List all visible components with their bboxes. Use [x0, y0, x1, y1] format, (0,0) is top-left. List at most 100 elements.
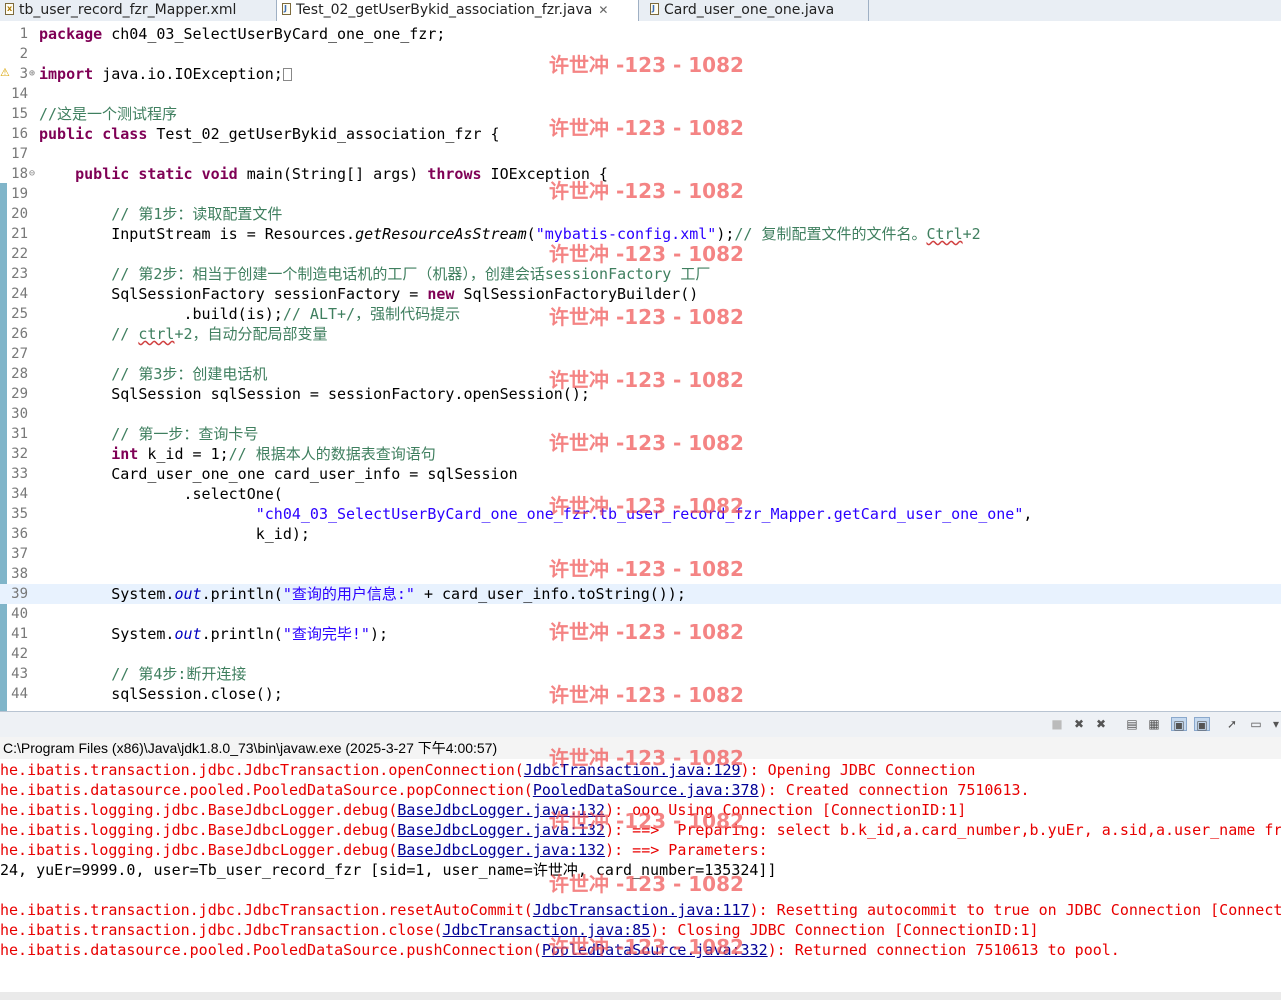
line-number: 39 — [11, 586, 28, 602]
watermark-text: 许世冲 -123 - 1082 — [549, 935, 744, 959]
line-number: 21 — [11, 226, 28, 242]
code-text: package ch04_03_SelectUserByCard_one_one… — [39, 25, 446, 43]
console-view[interactable]: C:\Program Files (x86)\Java\jdk1.8.0_73\… — [0, 737, 1281, 1000]
terminate-icon[interactable]: ■ — [1049, 717, 1065, 731]
xml-file-icon: x — [5, 3, 14, 15]
code-line[interactable]: 43 // 第4步:断开连接 — [0, 664, 1281, 684]
fold-toggle-icon[interactable]: ⊕ — [29, 64, 35, 84]
watermark-text: 许世冲 -123 - 1082 — [549, 116, 744, 140]
watermark-text: 许世冲 -123 - 1082 — [549, 683, 744, 707]
watermark-text: 许世冲 -123 - 1082 — [549, 368, 744, 392]
show-on-stderr-icon[interactable]: ▣ — [1194, 717, 1210, 732]
code-line[interactable]: 21 InputStream is = Resources.getResourc… — [0, 224, 1281, 244]
code-text: // 第2步：相当于创建一个制造电话机的工厂（机器），创建会话sessionFa… — [111, 265, 711, 283]
line-number: 36 — [11, 526, 28, 542]
code-line[interactable]: 14 — [0, 84, 1281, 104]
tab-mapper-xml[interactable]: x tb_user_record_fzr_Mapper.xml — [0, 0, 279, 21]
line-number: 26 — [11, 326, 28, 342]
code-text: .build(is);// ALT+/，强制代码提示 — [39, 305, 461, 323]
code-line[interactable]: 17 — [0, 144, 1281, 164]
remove-launch-icon[interactable]: ✖ — [1071, 717, 1087, 731]
code-text: System.out.println("查询的用户信息:" + card_use… — [39, 585, 686, 603]
stack-trace-link[interactable]: BaseJdbcLogger.java:132 — [397, 841, 605, 859]
line-number: 18 — [11, 166, 28, 182]
remove-all-launches-icon[interactable]: ✖ — [1093, 717, 1109, 731]
line-number: 27 — [11, 346, 28, 362]
code-text: SqlSessionFactory sessionFactory = new S… — [39, 285, 699, 303]
code-text: SqlSession sqlSession = sessionFactory.o… — [39, 385, 590, 403]
editor-tab-bar: x tb_user_record_fzr_Mapper.xml J Test_02_… — [0, 0, 1281, 22]
code-text: public class Test_02_getUserBykid_associ… — [39, 125, 500, 143]
stack-trace-link[interactable]: PooledDataSource.java:378 — [533, 781, 759, 799]
code-line[interactable]: 42 — [0, 644, 1281, 664]
watermark-text: 许世冲 -123 - 1082 — [549, 179, 744, 203]
show-on-stdout-icon[interactable]: ▣ — [1171, 717, 1187, 732]
console-line[interactable]: he.ibatis.transaction.jdbc.JdbcTransacti… — [0, 900, 1281, 920]
code-line[interactable]: 1 package ch04_03_SelectUserByCard_one_on… — [0, 24, 1281, 44]
code-text: Card_user_one_one card_user_info = sqlSe… — [39, 465, 518, 483]
close-tab-icon[interactable]: ✕ — [598, 0, 608, 21]
watermark-text: 许世冲 -123 - 1082 — [549, 620, 744, 644]
code-line[interactable]: 36 k_id); — [0, 524, 1281, 544]
pin-console-icon[interactable]: ➚ — [1224, 717, 1240, 731]
code-line[interactable]: 30 — [0, 404, 1281, 424]
code-line[interactable]: 39 System.out.println("查询的用户信息:" + card_… — [0, 584, 1281, 604]
warning-icon[interactable]: ⚠ — [0, 67, 10, 79]
console-horizontal-scrollbar[interactable] — [0, 992, 1281, 1000]
console-line[interactable]: he.ibatis.logging.jdbc.BaseJdbcLogger.de… — [0, 800, 966, 820]
code-line[interactable]: 24 SqlSessionFactory sessionFactory = ne… — [0, 284, 1281, 304]
line-number: 40 — [11, 606, 28, 622]
code-text: // ctrl+2，自动分配局部变量 — [111, 325, 328, 343]
line-number: 38 — [11, 566, 28, 582]
code-text: System.out.println("查询完毕!"); — [39, 625, 388, 643]
code-line[interactable]: 33 Card_user_one_one card_user_info = sq… — [0, 464, 1281, 484]
tab-card-user-java[interactable]: J Card_user_one_one.java — [645, 0, 869, 21]
line-number: 29 — [11, 386, 28, 402]
console-line[interactable]: he.ibatis.transaction.jdbc.JdbcTransacti… — [0, 760, 975, 780]
line-number: 15 — [11, 106, 28, 122]
line-number: 19 — [11, 186, 28, 202]
scroll-lock-icon[interactable]: ▦ — [1146, 717, 1162, 731]
line-number: 17 — [11, 146, 28, 162]
line-number: 20 — [11, 206, 28, 222]
line-number: 41 — [11, 626, 28, 642]
view-menu-icon[interactable]: ▾ — [1268, 717, 1281, 731]
stack-trace-link[interactable]: JdbcTransaction.java:117 — [533, 901, 750, 919]
code-text: // 第3步：创建电话机 — [111, 365, 268, 383]
code-text: InputStream is = Resources.getResourceAs… — [39, 225, 981, 243]
watermark-text: 许世冲 -123 - 1082 — [549, 53, 744, 77]
tab-label: Card_user_one_one.java — [664, 2, 835, 18]
watermark-text: 许世冲 -123 - 1082 — [549, 494, 744, 518]
code-text: public static void main(String[] args) t… — [75, 165, 608, 183]
clear-console-icon[interactable]: ▤ — [1124, 717, 1140, 731]
tab-test-java[interactable]: J Test_02_getUserBykid_association_fzr.ja… — [276, 0, 639, 21]
line-number: 34 — [11, 486, 28, 502]
console-line[interactable]: he.ibatis.transaction.jdbc.JdbcTransacti… — [0, 920, 1039, 940]
code-text: .selectOne( — [39, 485, 283, 503]
java-file-icon: J — [280, 2, 293, 16]
watermark-text: 许世冲 -123 - 1082 — [549, 305, 744, 329]
console-line[interactable]: he.ibatis.logging.jdbc.BaseJdbcLogger.de… — [0, 840, 777, 860]
line-number: 23 — [11, 266, 28, 282]
watermark-text: 许世冲 -123 - 1082 — [549, 809, 744, 833]
line-number: 32 — [11, 446, 28, 462]
console-line[interactable]: he.ibatis.datasource.pooled.PooledDataSo… — [0, 780, 1030, 800]
line-number: 37 — [11, 546, 28, 562]
fold-toggle-icon[interactable]: ⊖ — [29, 164, 35, 184]
line-number: 43 — [11, 666, 28, 682]
line-number: 2 — [19, 46, 28, 62]
code-text: // 第一步：查询卡号 — [111, 425, 259, 443]
code-text: // 第1步：读取配置文件 — [111, 205, 283, 223]
watermark-text: 许世冲 -123 - 1082 — [549, 431, 744, 455]
code-text: sqlSession.close(); — [39, 685, 283, 703]
code-line[interactable]: 20 // 第1步：读取配置文件 — [0, 204, 1281, 224]
code-line[interactable]: 23 // 第2步：相当于创建一个制造电话机的工厂（机器），创建会话sessio… — [0, 264, 1281, 284]
tab-label: tb_user_record_fzr_Mapper.xml — [19, 2, 237, 18]
line-number: 22 — [11, 246, 28, 262]
code-line[interactable]: 27 — [0, 344, 1281, 364]
line-number: 24 — [11, 286, 28, 302]
watermark-text: 许世冲 -123 - 1082 — [549, 557, 744, 581]
line-number: 44 — [11, 686, 28, 702]
code-text: import java.io.IOException; — [39, 64, 292, 84]
display-console-icon[interactable]: ▭ — [1248, 717, 1264, 731]
